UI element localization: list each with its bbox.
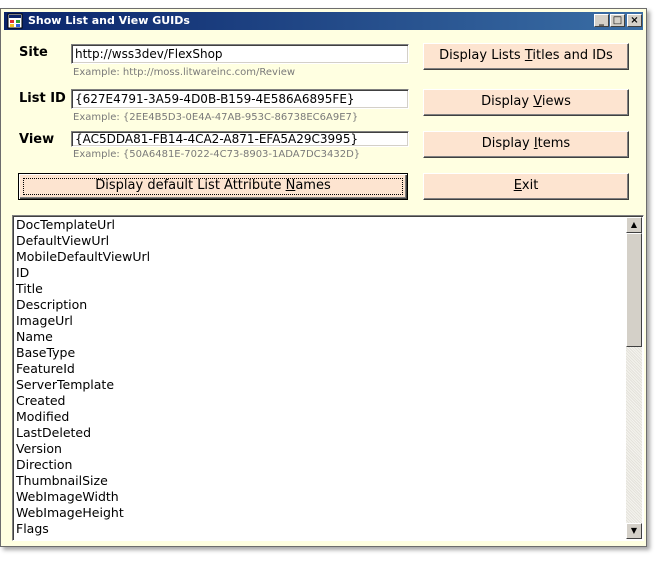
list-item[interactable]: LastDeleted xyxy=(16,425,150,441)
display-lists-button[interactable]: Display Lists Titles and IDs xyxy=(423,43,629,70)
scroll-up-arrow-icon[interactable]: ▲ xyxy=(626,217,642,233)
list-item[interactable]: DefaultViewUrl xyxy=(16,233,150,249)
view-input[interactable]: {AC5DDA81-FB14-4CA2-A871-EFA5A29C3995} xyxy=(71,131,409,147)
exit-button[interactable]: Exit xyxy=(423,173,629,200)
scroll-thumb[interactable] xyxy=(626,233,642,347)
list-item[interactable]: ImageUrl xyxy=(16,313,150,329)
list-item[interactable]: ID xyxy=(16,265,150,281)
list-item[interactable]: Description xyxy=(16,297,150,313)
view-hint: Example: {50A6481E-7022-4C73-8903-1ADA7D… xyxy=(73,149,361,160)
list-item[interactable]: DocTemplateUrl xyxy=(16,217,150,233)
display-views-label-pre: Display xyxy=(481,94,534,109)
list-item[interactable]: MobileDefaultViewUrl xyxy=(16,249,150,265)
exit-label-post: xit xyxy=(521,178,539,193)
close-button[interactable]: × xyxy=(627,14,642,27)
vertical-scrollbar[interactable]: ▲ ▼ xyxy=(626,217,642,539)
display-lists-label-pre: Display Lists xyxy=(439,48,525,63)
maximize-button[interactable]: □ xyxy=(610,14,625,27)
list-id-input[interactable]: {627E4791-3A59-4D0B-B159-4E586A6895FE} xyxy=(71,89,409,109)
app-window-icon xyxy=(7,13,23,29)
site-label: Site xyxy=(19,45,48,60)
view-label: View xyxy=(19,132,55,147)
attribute-items: DocTemplateUrl DefaultViewUrl MobileDefaul… xyxy=(16,217,150,537)
list-item[interactable]: Title xyxy=(16,281,150,297)
list-item[interactable]: BaseType xyxy=(16,345,150,361)
list-item[interactable]: ServerTemplate xyxy=(16,377,150,393)
title-bar[interactable]: Show List and View GUIDs _ □ × xyxy=(4,12,643,30)
list-item[interactable]: WebImageHeight xyxy=(16,505,150,521)
main-window: Show List and View GUIDs _ □ × Site http… xyxy=(0,8,647,547)
list-id-label: List ID xyxy=(19,91,66,106)
focus-rectangle xyxy=(23,178,403,195)
attribute-list[interactable]: DocTemplateUrl DefaultViewUrl MobileDefaul… xyxy=(12,215,644,541)
display-views-button[interactable]: Display Views xyxy=(423,89,629,116)
display-default-attributes-button[interactable]: Display default List Attribute Names xyxy=(18,173,408,200)
display-items-label-pre: Display xyxy=(481,136,534,151)
list-item[interactable]: Flags xyxy=(16,521,150,537)
list-item[interactable]: Version xyxy=(16,441,150,457)
display-items-button[interactable]: Display Items xyxy=(423,131,629,158)
display-lists-label-post: itles and IDs xyxy=(532,48,613,63)
list-item[interactable]: FeatureId xyxy=(16,361,150,377)
list-item[interactable]: Direction xyxy=(16,457,150,473)
display-views-label-post: iews xyxy=(541,94,571,109)
list-item[interactable]: Created xyxy=(16,393,150,409)
list-item[interactable]: Name xyxy=(16,329,150,345)
display-items-label-post: tems xyxy=(537,136,571,151)
exit-accesskey: E xyxy=(513,178,522,193)
site-input[interactable]: http://wss3dev/FlexShop xyxy=(71,44,409,64)
scroll-down-arrow-icon[interactable]: ▼ xyxy=(626,523,642,539)
window-title: Show List and View GUIDs xyxy=(28,14,190,27)
list-id-hint: Example: {2EE4B5D3-0E4A-47AB-953C-86738E… xyxy=(73,112,359,123)
list-item[interactable]: WebImageWidth xyxy=(16,489,150,505)
list-item[interactable]: ThumbnailSize xyxy=(16,473,150,489)
minimize-button[interactable]: _ xyxy=(594,14,609,27)
display-views-accesskey: V xyxy=(533,94,542,109)
list-item[interactable]: Modified xyxy=(16,409,150,425)
site-hint: Example: http://moss.litwareinc.com/Revi… xyxy=(73,67,296,78)
